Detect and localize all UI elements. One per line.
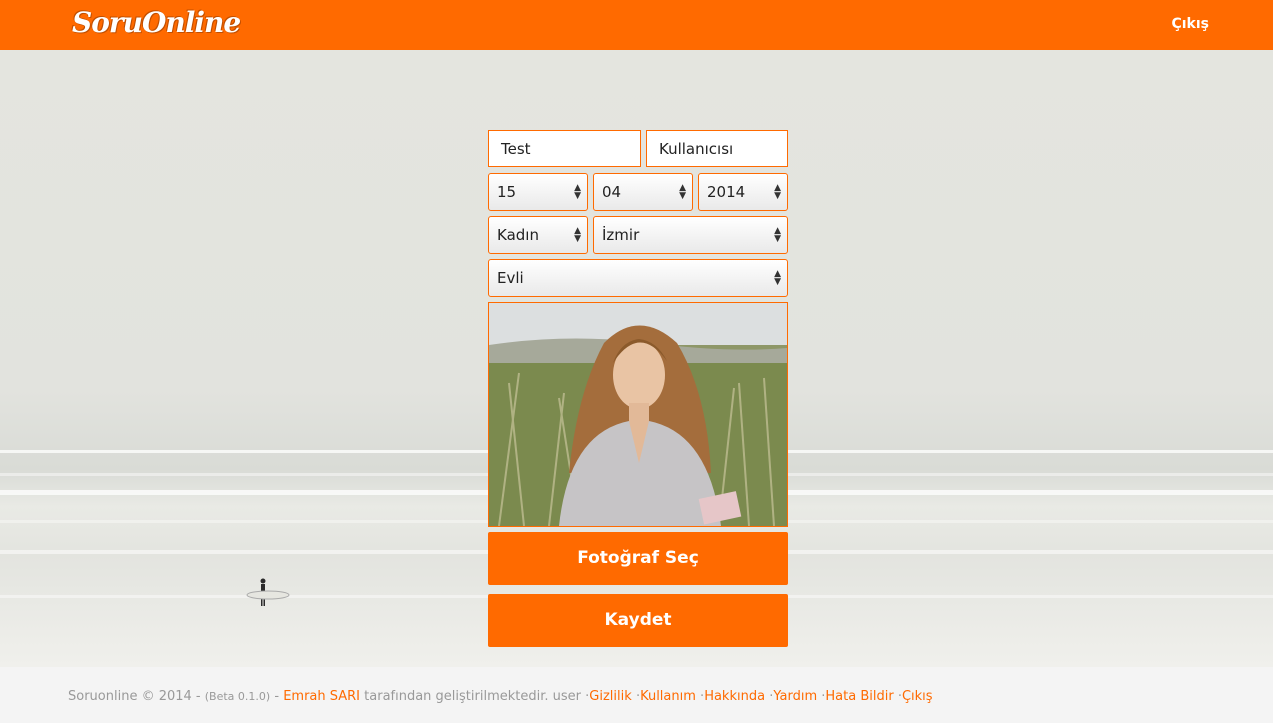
footer-link-about[interactable]: Hakkında bbox=[704, 689, 765, 704]
gender-select[interactable]: Kadın ▲ ▼ bbox=[488, 216, 588, 254]
logout-link[interactable]: Çıkış bbox=[1171, 16, 1209, 32]
select-arrows-icon: ▲ ▼ bbox=[574, 226, 581, 244]
footer-link-help[interactable]: Yardım bbox=[773, 689, 817, 704]
marital-status-value: Evli bbox=[497, 269, 524, 287]
profile-photo-illustration bbox=[489, 303, 787, 526]
footer: Soruonline © 2014 - (Beta 0.1.0) - Emrah… bbox=[0, 667, 1273, 723]
city-select[interactable]: İzmir ▲ ▼ bbox=[593, 216, 788, 254]
save-button[interactable]: Kaydet bbox=[488, 594, 788, 647]
author-link[interactable]: Emrah SARI bbox=[283, 689, 360, 704]
gender-value: Kadın bbox=[497, 226, 539, 244]
marital-status-select[interactable]: Evli ▲ ▼ bbox=[488, 259, 788, 297]
birth-year-value: 2014 bbox=[707, 183, 746, 201]
footer-link-privacy[interactable]: Gizlilik bbox=[589, 689, 632, 704]
user-text: user bbox=[552, 689, 582, 704]
footer-link-logout[interactable]: Çıkış bbox=[902, 689, 933, 704]
birth-month-select[interactable]: 04 ▲ ▼ bbox=[593, 173, 693, 211]
version-text: (Beta 0.1.0) bbox=[204, 690, 271, 703]
top-nav-bar: SoruOnline Çıkış bbox=[0, 0, 1273, 50]
footer-link-report-bug[interactable]: Hata Bildir bbox=[825, 689, 893, 704]
choose-photo-button[interactable]: Fotoğraf Seç bbox=[488, 532, 788, 585]
dash-separator: - bbox=[274, 689, 280, 704]
select-arrows-icon: ▲ ▼ bbox=[574, 183, 581, 201]
birth-day-select[interactable]: 15 ▲ ▼ bbox=[488, 173, 588, 211]
select-arrows-icon: ▲ ▼ bbox=[774, 226, 781, 244]
city-value: İzmir bbox=[602, 226, 640, 244]
select-arrows-icon: ▲ ▼ bbox=[679, 183, 686, 201]
select-arrows-icon: ▲ ▼ bbox=[774, 269, 781, 287]
site-logo[interactable]: SoruOnline bbox=[72, 6, 241, 39]
surfboard bbox=[246, 590, 290, 600]
footer-link-terms[interactable]: Kullanım bbox=[640, 689, 696, 704]
developed-by-text: tarafından geliştirilmektedir. bbox=[364, 689, 549, 704]
birth-year-select[interactable]: 2014 ▲ ▼ bbox=[698, 173, 788, 211]
profile-photo bbox=[488, 302, 788, 527]
birth-month-value: 04 bbox=[602, 183, 622, 201]
select-arrows-icon: ▲ ▼ bbox=[774, 183, 781, 201]
first-name-field[interactable]: Test bbox=[488, 130, 641, 167]
copyright-text: Soruonline © 2014 - bbox=[68, 689, 201, 704]
last-name-field[interactable]: Kullanıcısı bbox=[646, 130, 788, 167]
birth-day-value: 15 bbox=[497, 183, 517, 201]
